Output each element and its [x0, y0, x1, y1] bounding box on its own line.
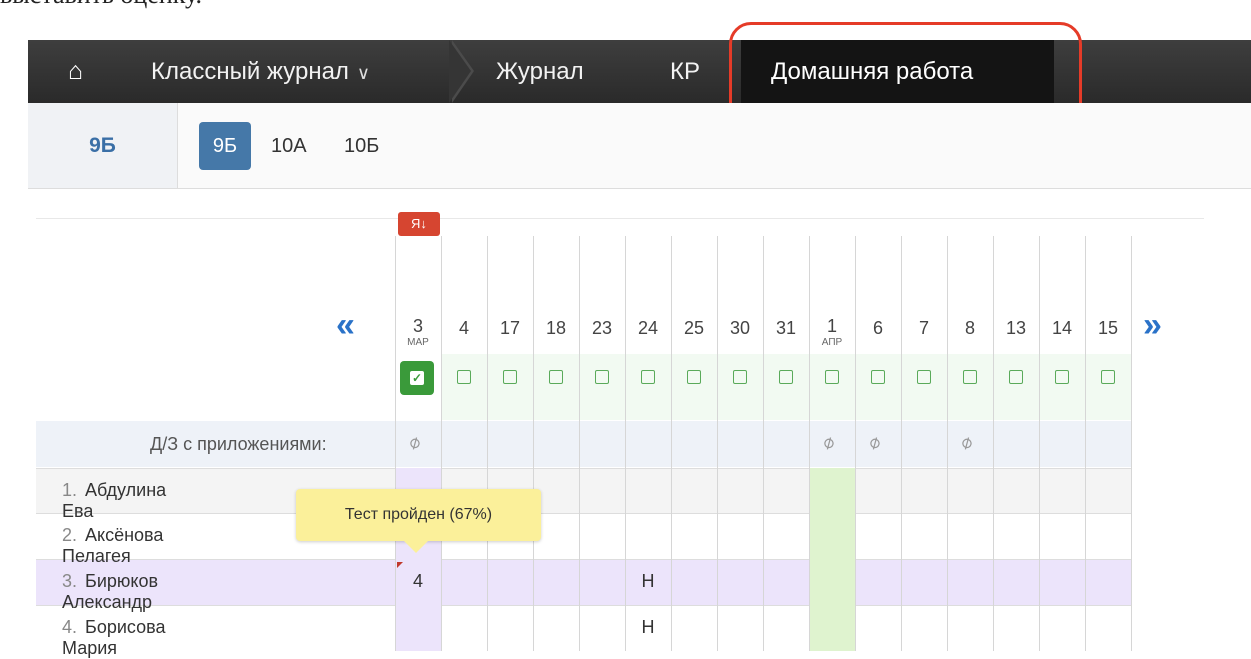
checkbox-checked[interactable]: ✓	[400, 361, 434, 395]
table-row	[36, 468, 1131, 514]
tab-journal[interactable]: Журнал	[496, 40, 584, 103]
student-name-label: Абдулина Ева	[62, 480, 167, 521]
date-header[interactable]: 31	[763, 318, 809, 339]
checkbox[interactable]	[1055, 370, 1069, 384]
checkbox[interactable]	[917, 370, 931, 384]
grid-line	[1039, 236, 1040, 651]
attachments-label: Д/З с приложениями:	[150, 434, 327, 454]
grid-line	[809, 236, 810, 651]
breadcrumb-separator-inner	[449, 40, 471, 103]
grid-line	[533, 236, 534, 651]
month-label: АПР	[821, 337, 843, 348]
date-header[interactable]: 30	[717, 318, 763, 339]
grid-line	[717, 236, 718, 651]
student-name-label: Борисова Мария	[62, 617, 166, 658]
tooltip: Тест пройден (67%)	[296, 489, 541, 541]
home-icon[interactable]: ⌂	[68, 40, 83, 103]
student-name[interactable]: 2. Аксёнова Пелагея	[62, 525, 163, 567]
date-header[interactable]: 23	[579, 318, 625, 339]
checkbox[interactable]	[779, 370, 793, 384]
checkbox[interactable]	[503, 370, 517, 384]
grid-line	[947, 236, 948, 651]
date-header[interactable]: 4	[441, 318, 487, 339]
table-row	[36, 605, 1131, 651]
comment-flag-icon	[397, 562, 403, 568]
table-row	[36, 513, 1131, 559]
grid-line	[1131, 236, 1132, 651]
checkbox[interactable]	[1009, 370, 1023, 384]
grid-line	[901, 236, 902, 651]
grid-line	[763, 236, 764, 651]
table-row	[36, 559, 1131, 605]
class-option-10b[interactable]: 10Б	[344, 122, 379, 170]
chevron-down-icon: ∨	[356, 63, 371, 83]
date-header[interactable]: 17	[487, 318, 533, 339]
checkbox[interactable]	[963, 370, 977, 384]
checkbox[interactable]	[825, 370, 839, 384]
checkbox[interactable]	[687, 370, 701, 384]
student-name[interactable]: 1. Абдулина Ева	[62, 480, 166, 522]
divider	[36, 200, 1204, 219]
class-journal-menu[interactable]: Классный журнал ∨	[151, 40, 370, 103]
grid-line	[1085, 236, 1086, 651]
checkmark-icon: ✓	[410, 371, 424, 385]
class-selector-bar: 9Б 9Б 10А 10Б	[28, 103, 1251, 189]
checkbox[interactable]	[549, 370, 563, 384]
tab-kr[interactable]: КР	[670, 40, 700, 103]
checkbox[interactable]	[595, 370, 609, 384]
checkbox[interactable]	[871, 370, 885, 384]
grid-line	[671, 236, 672, 651]
grid-line	[579, 236, 580, 651]
student-name-label: Аксёнова Пелагея	[62, 525, 164, 566]
date-header[interactable]: 18	[533, 318, 579, 339]
class-option-10a[interactable]: 10А	[271, 122, 307, 170]
grid-line	[441, 236, 442, 651]
checkbox-row	[441, 354, 1131, 420]
checkbox[interactable]	[1101, 370, 1115, 384]
student-number: 3.	[62, 571, 78, 591]
checkbox[interactable]	[457, 370, 471, 384]
class-journal-label: Классный журнал	[151, 58, 349, 85]
date-header[interactable]: 7	[901, 318, 947, 339]
student-number: 1.	[62, 480, 78, 500]
date-header[interactable]: 24	[625, 318, 671, 339]
date-header[interactable]: 14	[1039, 318, 1085, 339]
current-class-label: 9Б	[28, 103, 178, 188]
date-header[interactable]: 8	[947, 318, 993, 339]
date-header[interactable]: 13	[993, 318, 1039, 339]
tooltip-tail	[404, 541, 428, 553]
grade-cell[interactable]: Н	[625, 571, 671, 592]
grade-cell[interactable]: Н	[625, 617, 671, 638]
month-label: МАР	[407, 337, 429, 348]
date-header[interactable]: 1	[809, 316, 855, 337]
checkbox[interactable]	[641, 370, 655, 384]
class-option-9b[interactable]: 9Б	[199, 122, 251, 170]
sort-badge[interactable]: Я↓	[398, 212, 440, 236]
grid-line	[993, 236, 994, 651]
date-header[interactable]: 3	[395, 316, 441, 337]
checkbox[interactable]	[733, 370, 747, 384]
grid-line	[487, 236, 488, 651]
today-column	[809, 468, 855, 651]
clipped-header-text: выставить оценку.	[0, 0, 202, 10]
date-header[interactable]: 25	[671, 318, 717, 339]
prev-dates-icon[interactable]: «	[336, 306, 355, 345]
student-name[interactable]: 4. Борисова Мария	[62, 617, 166, 659]
date-header[interactable]: 6	[855, 318, 901, 339]
grade-cell[interactable]: 4	[395, 571, 441, 592]
next-dates-icon[interactable]: »	[1143, 306, 1162, 345]
student-number: 2.	[62, 525, 78, 545]
student-number: 4.	[62, 617, 78, 637]
student-name[interactable]: 3. Бирюков Александр	[62, 571, 158, 613]
date-header[interactable]: 15	[1085, 318, 1131, 339]
grid-line	[855, 236, 856, 651]
